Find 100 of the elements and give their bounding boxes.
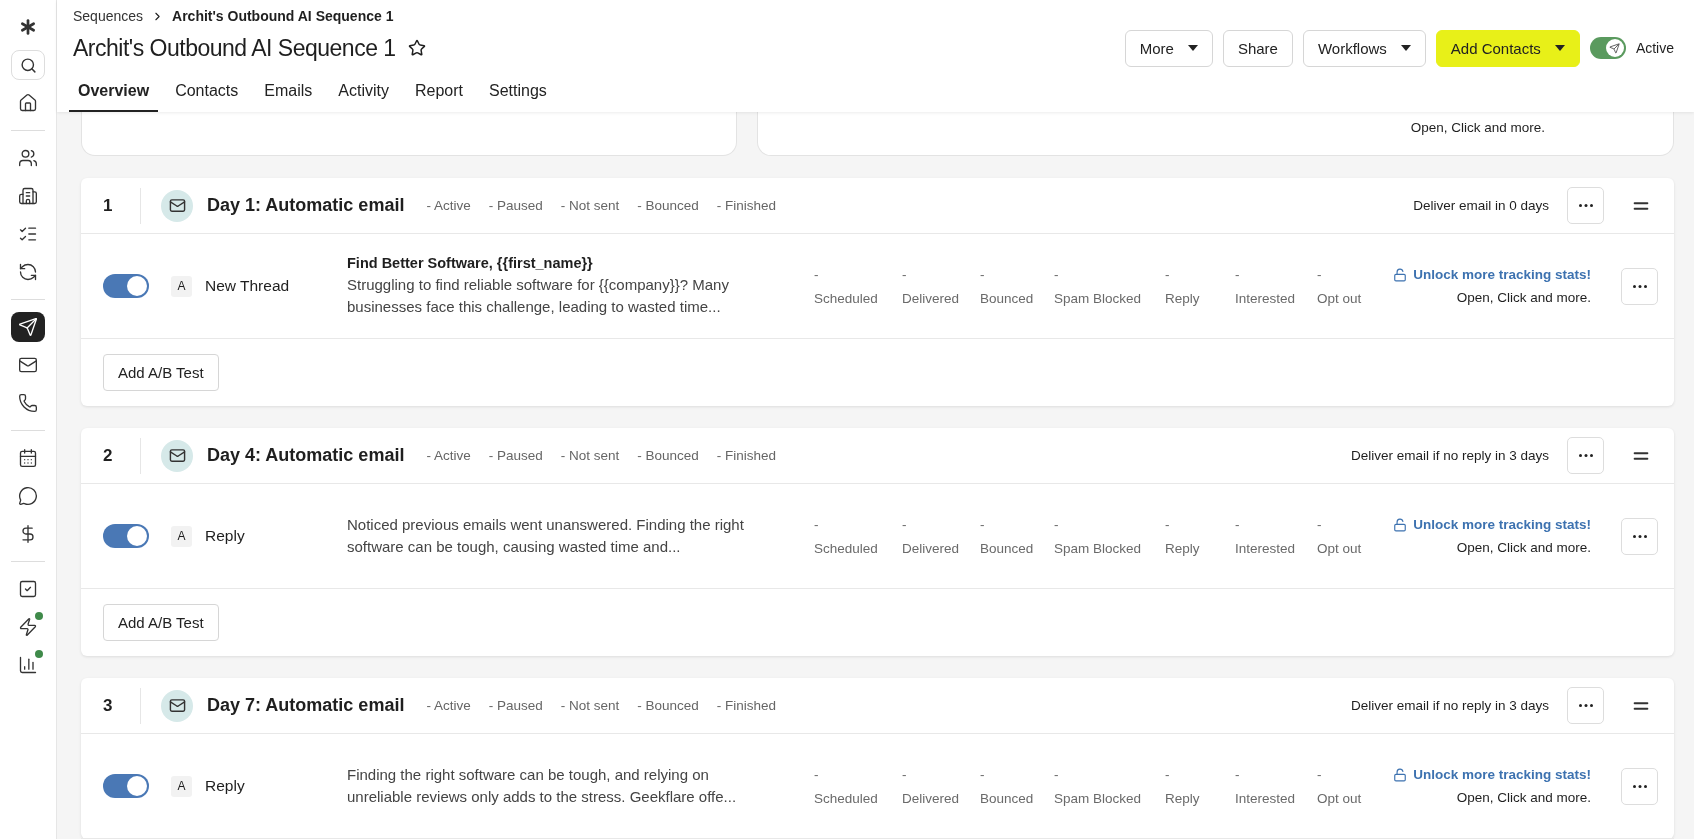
status-count: - Not sent <box>560 698 620 713</box>
ellipsis-icon <box>1578 204 1593 207</box>
stat-value: - <box>1317 266 1323 282</box>
caret-icon <box>1554 45 1565 51</box>
email-type: New Thread <box>205 277 291 295</box>
stat-value: - <box>1235 516 1241 532</box>
variant-toggle[interactable] <box>103 274 149 298</box>
stat-label: Reply <box>1165 290 1201 306</box>
stat-label: Scheduled <box>814 790 879 806</box>
stat-label: Opt out <box>1317 290 1363 306</box>
status-count: - Bounced <box>637 198 699 213</box>
step-title: Day 1: Automatic email <box>207 195 405 216</box>
stat-label: Spam Blocked <box>1054 790 1143 806</box>
delivery-rule: Deliver email if no reply in 3 days <box>1350 698 1549 713</box>
tab[interactable]: Report <box>406 74 472 112</box>
stat-value: - <box>1054 516 1060 532</box>
status-count: - Not sent <box>560 198 620 213</box>
email-preview: Struggling to find reliable software for {{company}}? Many businesses face this challenge, leading to wasted time... <box>347 274 730 317</box>
add-ab-test-button[interactable]: Add A/B Test <box>103 354 219 391</box>
tab[interactable]: Contacts <box>166 74 248 112</box>
email-type: Reply <box>205 527 246 545</box>
email-preview: Finding the right software can be tough, and relying on unreliable reviews only adds to the stress. Geekflare offe... <box>347 765 738 807</box>
status-count: - Active <box>426 448 471 463</box>
status-count: - Paused <box>488 198 543 213</box>
send-icon[interactable] <box>11 312 45 342</box>
status-count: - Active <box>426 198 471 213</box>
status-count: - Active <box>426 698 471 713</box>
active-label: Active <box>1635 40 1674 56</box>
status-count: - Paused <box>488 448 543 463</box>
stat-value: - <box>814 266 820 282</box>
padlock-icon <box>1393 517 1408 532</box>
stat-label: Bounced <box>980 540 1035 556</box>
status-count: - Bounced <box>637 698 699 713</box>
stat-value: - <box>902 266 908 282</box>
stat-value: - <box>1235 766 1241 782</box>
star-icon[interactable] <box>407 39 426 57</box>
stat-label: Scheduled <box>814 290 879 306</box>
tab[interactable]: Activity <box>329 74 398 112</box>
stat-label: Interested <box>1235 290 1297 306</box>
delivery-rule: Deliver email if no reply in 3 days <box>1350 448 1549 463</box>
variant-letter: A <box>171 775 192 797</box>
stat-value: - <box>902 766 908 782</box>
share-button[interactable]: Share <box>1222 29 1293 67</box>
email-preview: Noticed previous emails went unanswered. Finding the right software can be tough, causing wasted time and... <box>347 515 745 557</box>
step-number: 3 <box>81 687 141 724</box>
status-count: - Finished <box>716 198 777 213</box>
stat-value: - <box>980 266 986 282</box>
variant-toggle[interactable] <box>103 774 149 798</box>
caret-icon <box>1400 45 1411 51</box>
add-ab-test-button[interactable]: Add A/B Test <box>103 604 219 641</box>
breadcrumb-current: Archit's Outbound AI Sequence 1 <box>172 8 394 24</box>
unlock-stats-link[interactable]: Unlock more tracking stats! <box>1393 517 1591 532</box>
stat-value: - <box>902 516 908 532</box>
stat-label: Delivered <box>902 790 961 806</box>
stat-label: Opt out <box>1317 790 1363 806</box>
stat-value: - <box>1054 766 1060 782</box>
search-icon[interactable] <box>11 50 45 80</box>
stat-value: - <box>814 516 820 532</box>
stat-value: - <box>814 766 820 782</box>
stat-label: Delivered <box>902 540 961 556</box>
unlock-note: Open, Click and more. <box>1456 290 1591 305</box>
stat-value: - <box>1165 766 1171 782</box>
tab[interactable]: Emails <box>255 74 322 112</box>
ellipsis-icon <box>1578 704 1593 707</box>
padlock-icon <box>1393 767 1408 782</box>
caret-icon <box>1187 45 1198 51</box>
unlock-note: Open, Click and more. <box>1410 120 1545 137</box>
stat-label: Scheduled <box>814 540 879 556</box>
sequence-active-toggle[interactable] <box>1589 37 1626 59</box>
stat-label: Bounced <box>980 790 1035 806</box>
variant-toggle[interactable] <box>103 524 149 548</box>
add-contacts-button[interactable]: Add Contacts <box>1435 29 1580 67</box>
mail-icon <box>161 689 193 722</box>
step-title: Day 4: Automatic email <box>207 445 405 466</box>
unlock-note: Open, Click and more. <box>1456 790 1591 805</box>
stat-value: - <box>1235 266 1241 282</box>
padlock-icon <box>1393 267 1408 282</box>
tab[interactable]: Settings <box>480 74 556 112</box>
stat-label: Spam Blocked <box>1054 290 1143 306</box>
stat-value: - <box>980 516 986 532</box>
stat-label: Interested <box>1235 790 1297 806</box>
stat-label: Delivered <box>902 290 961 306</box>
step-number: 2 <box>81 437 141 474</box>
ellipsis-icon <box>1632 284 1647 288</box>
mail-icon <box>161 439 193 472</box>
email-subject: Find Better Software, {{first_name}} <box>347 254 594 271</box>
status-count: - Paused <box>488 698 543 713</box>
unlock-stats-link[interactable]: Unlock more tracking stats! <box>1393 767 1591 782</box>
unlock-note: Open, Click and more. <box>1456 540 1591 555</box>
unlock-stats-link[interactable]: Unlock more tracking stats! <box>1393 267 1591 282</box>
dropdown-button[interactable]: Workflows <box>1302 29 1426 67</box>
status-count: - Bounced <box>637 448 699 463</box>
send-icon <box>1609 42 1621 54</box>
stat-value: - <box>1317 516 1323 532</box>
stat-label: Reply <box>1165 790 1201 806</box>
step-title: Day 7: Automatic email <box>207 695 405 716</box>
dropdown-button[interactable]: More <box>1124 29 1213 67</box>
breadcrumb-link[interactable]: Sequences <box>73 8 144 24</box>
step-number: 1 <box>81 187 141 224</box>
stat-value: - <box>1165 516 1171 532</box>
